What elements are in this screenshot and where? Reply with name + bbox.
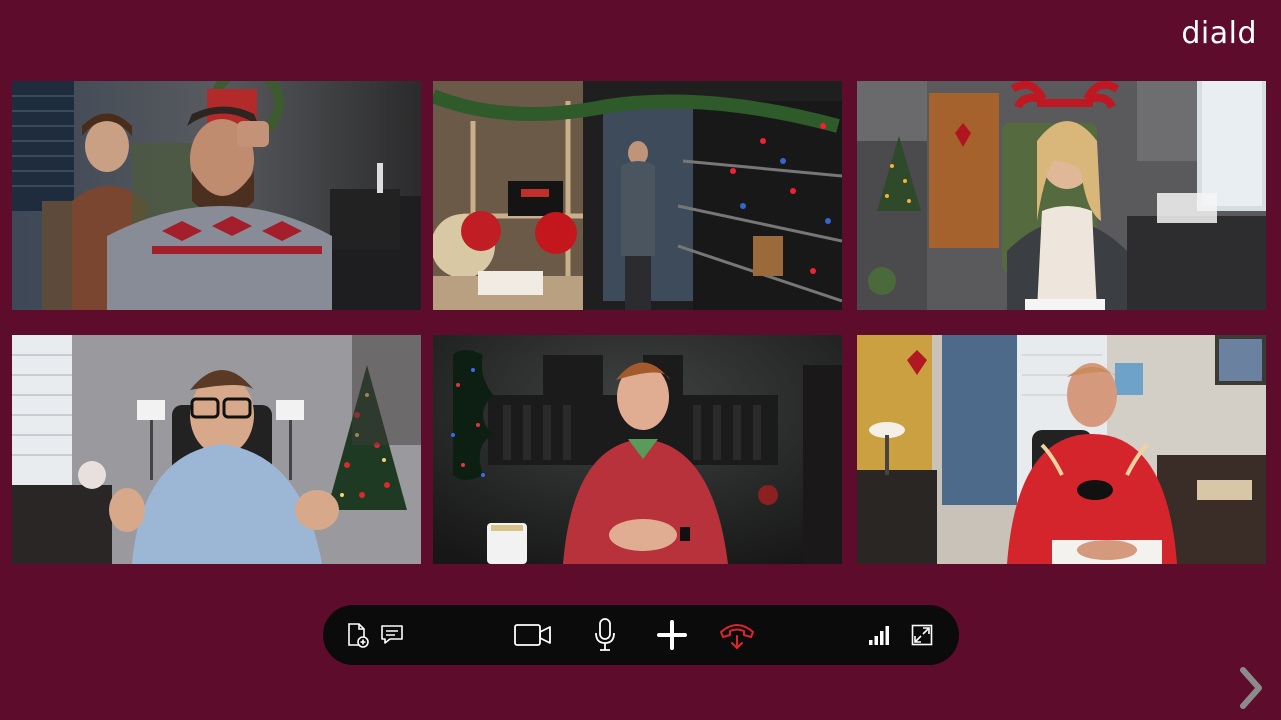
video-feed-2 xyxy=(433,81,842,310)
toggle-video-button[interactable] xyxy=(511,605,555,665)
share-file-button[interactable] xyxy=(343,605,373,665)
video-feed-6 xyxy=(857,335,1266,564)
participant-video-tile-2[interactable] xyxy=(433,81,842,310)
expand-icon xyxy=(911,624,933,646)
video-feed-3 xyxy=(857,81,1266,310)
participant-video-tile-3[interactable] xyxy=(857,81,1266,310)
video-feed-5 xyxy=(433,335,842,564)
participant-video-tile-1[interactable] xyxy=(12,81,421,310)
connection-signal-indicator[interactable] xyxy=(865,605,895,665)
microphone-icon xyxy=(595,618,615,651)
call-screen: diald xyxy=(0,0,1281,720)
next-page-button[interactable] xyxy=(1237,666,1267,710)
participant-video-tile-6[interactable] xyxy=(857,335,1266,564)
video-feed-4 xyxy=(12,335,421,564)
participant-video-tile-5[interactable] xyxy=(433,335,842,564)
video-feed-1 xyxy=(12,81,421,310)
chevron-right-icon xyxy=(1240,667,1262,709)
end-call-button[interactable] xyxy=(715,605,759,665)
add-participant-button[interactable] xyxy=(655,605,689,665)
chat-button[interactable] xyxy=(377,605,407,665)
chat-icon xyxy=(381,625,403,644)
call-control-bar xyxy=(323,605,959,665)
video-camera-icon xyxy=(514,624,551,646)
plus-icon xyxy=(657,620,687,650)
file-add-icon xyxy=(348,623,369,648)
fullscreen-button[interactable] xyxy=(907,605,937,665)
participant-video-tile-4[interactable] xyxy=(12,335,421,564)
diald-logo: diald xyxy=(1181,16,1257,51)
phone-hangup-icon xyxy=(720,624,754,649)
signal-bars-icon xyxy=(869,626,889,645)
toggle-microphone-button[interactable] xyxy=(591,605,619,665)
